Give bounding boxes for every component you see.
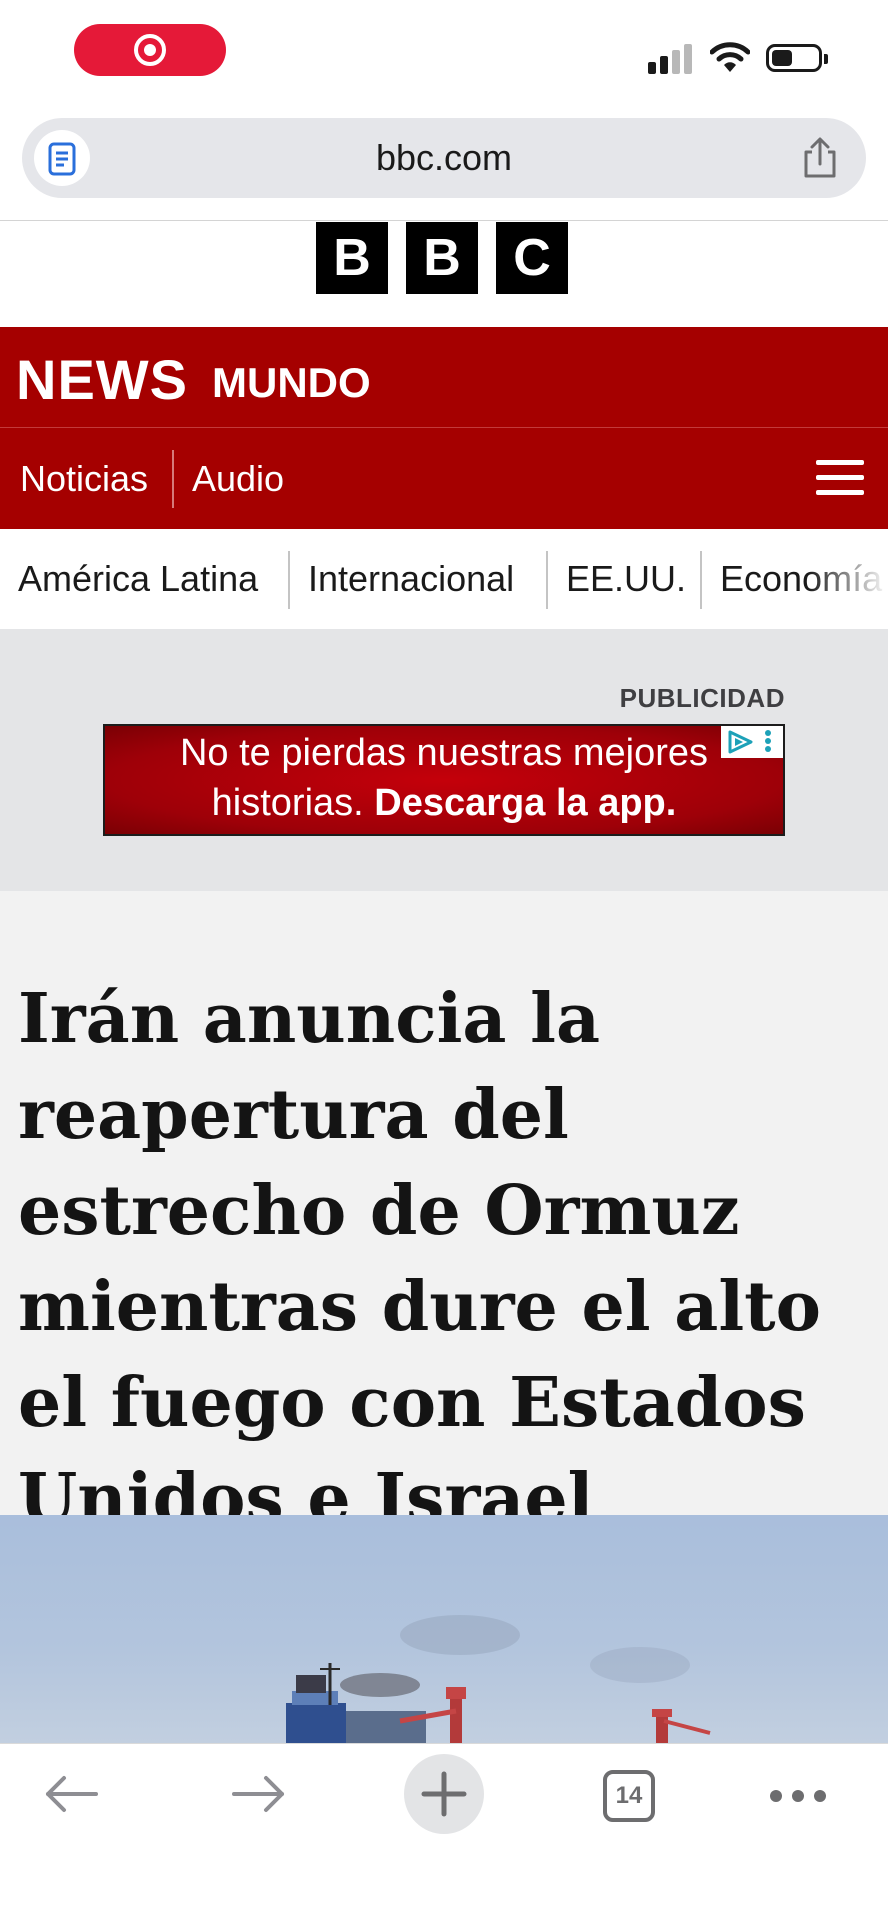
more-icon[interactable] bbox=[770, 1790, 830, 1802]
share-icon[interactable] bbox=[800, 136, 840, 180]
new-tab-button[interactable] bbox=[404, 1754, 484, 1834]
status-bar bbox=[0, 0, 888, 110]
logo-letter: C bbox=[496, 222, 568, 294]
section-internacional[interactable]: Internacional bbox=[308, 529, 514, 629]
hamburger-icon[interactable] bbox=[816, 460, 864, 496]
logo-letter: B bbox=[316, 222, 388, 294]
reader-icon[interactable] bbox=[34, 130, 90, 186]
nav-item-audio[interactable]: Audio bbox=[192, 428, 284, 529]
signal-icon bbox=[648, 42, 696, 74]
address-bar[interactable]: bbc.com bbox=[22, 118, 866, 198]
primary-nav: Noticias Audio bbox=[0, 428, 888, 529]
article-header: Irán anuncia la reapertura del estrecho … bbox=[0, 891, 888, 1539]
browser-toolbar: 14 bbox=[0, 1743, 888, 1920]
tabs-icon[interactable]: 14 bbox=[603, 1770, 655, 1822]
toolbar-divider bbox=[0, 220, 888, 221]
section-america-latina[interactable]: América Latina bbox=[18, 529, 258, 629]
section-nav: América Latina Internacional EE.UU. Econ… bbox=[0, 529, 888, 629]
section-eeuu[interactable]: EE.UU. bbox=[566, 529, 686, 629]
ad-label: PUBLICIDAD bbox=[619, 683, 785, 713]
record-icon bbox=[134, 34, 166, 66]
news-mundo-header[interactable]: NEWS MUNDO bbox=[0, 327, 888, 428]
screen-recording-indicator[interactable] bbox=[74, 24, 226, 76]
bbc-logo[interactable]: B B C bbox=[316, 222, 568, 294]
article-hero-image[interactable] bbox=[0, 1515, 888, 1743]
forward-arrow-icon[interactable] bbox=[208, 1744, 308, 1844]
url-text: bbc.com bbox=[375, 137, 513, 178]
article-headline: Irán anuncia la reapertura del estrecho … bbox=[18, 979, 821, 1539]
wifi-icon bbox=[709, 40, 751, 74]
plus-icon bbox=[421, 1771, 467, 1817]
ad-banner[interactable]: No te pierdas nuestras mejores historias… bbox=[103, 724, 785, 836]
ad-text-line1: No te pierdas nuestras mejores bbox=[179, 732, 709, 774]
ad-container: PUBLICIDAD No te pierdas nuestras mejore… bbox=[0, 629, 888, 891]
back-arrow-icon[interactable] bbox=[22, 1744, 122, 1844]
adchoice-icon[interactable] bbox=[721, 726, 783, 758]
nav-item-noticias[interactable]: Noticias bbox=[20, 428, 148, 529]
logo-letter: B bbox=[406, 222, 478, 294]
brand-mundo: MUNDO bbox=[212, 359, 371, 406]
ad-text-line2: historias. Descarga la app. bbox=[211, 782, 677, 824]
battery-icon bbox=[766, 44, 828, 72]
brand-news: NEWS bbox=[16, 348, 188, 411]
